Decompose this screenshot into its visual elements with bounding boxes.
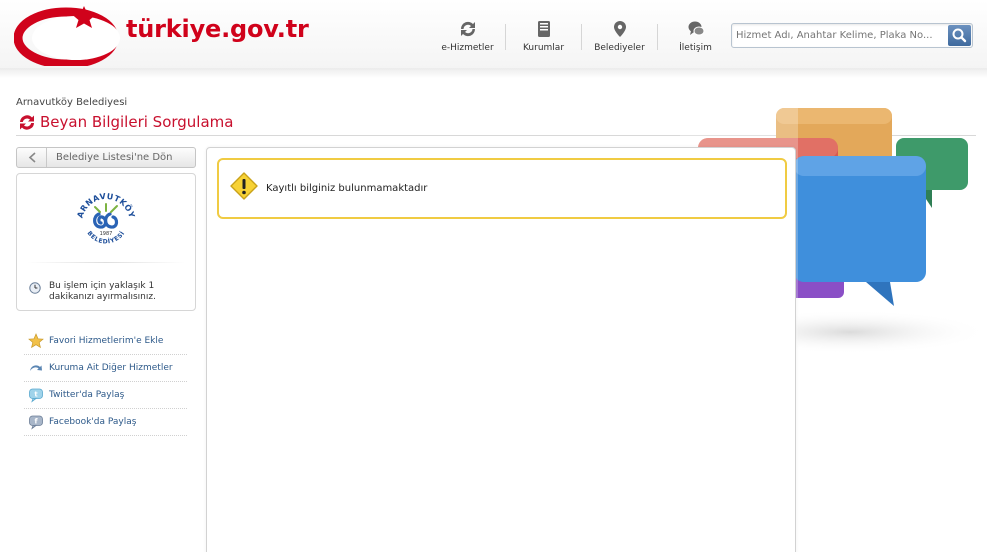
add-to-favorites-link[interactable]: Favori Hizmetlerim'e Ekle xyxy=(24,328,187,355)
municipality-name: Arnavutköy Belediyesi xyxy=(16,97,128,108)
refresh-arrows-icon xyxy=(20,115,34,130)
twitter-bubble-icon: t xyxy=(29,388,43,403)
link-label: Kuruma Ait Diğer Hizmetler xyxy=(49,363,173,373)
svg-text:1987: 1987 xyxy=(100,231,113,237)
arnavutkoy-municipality-logo: ARNAVUTKÖY BELEDİYESİ 1987 xyxy=(75,192,137,254)
chat-bubbles-icon xyxy=(688,21,704,36)
back-arrow-area xyxy=(17,148,47,167)
warning-alert: Kayıtlı bilginiz bulunmamaktadır xyxy=(217,158,787,219)
alert-message: Kayıtlı bilginiz bulunmamaktadır xyxy=(266,183,428,194)
header-shadow xyxy=(0,68,987,78)
page-title: Beyan Bilgileri Sorgulama xyxy=(40,113,234,131)
share-on-twitter-link[interactable]: t Twitter'da Paylaş xyxy=(24,382,187,409)
nav-item-belediyeler[interactable]: Belediyeler xyxy=(582,18,657,58)
star-icon xyxy=(28,333,44,349)
refresh-icon xyxy=(460,21,475,37)
site-logo[interactable]: türkiye.gov.tr xyxy=(14,0,314,66)
main-content-panel: Kayıtlı bilginiz bulunmamaktadır xyxy=(206,147,796,552)
nav-item-iletisim[interactable]: İletişim xyxy=(658,18,733,58)
warning-icon xyxy=(230,172,258,200)
back-to-municipality-list-button[interactable]: Belediye Listesi'ne Dön xyxy=(16,147,196,168)
estimated-duration-text: Bu işlem için yaklaşık 1 dakikanızı ayır… xyxy=(49,281,156,302)
search-input[interactable] xyxy=(736,27,944,44)
search-box xyxy=(731,23,973,48)
map-pin-icon xyxy=(613,21,626,37)
top-nav: e-Hizmetler Kurumlar Belediyeler İletişi… xyxy=(430,18,733,58)
other-institution-services-link[interactable]: Kuruma Ait Diğer Hizmetler xyxy=(24,355,187,382)
link-label: Favori Hizmetlerim'e Ekle xyxy=(49,336,164,346)
nav-label: İletişim xyxy=(679,43,712,53)
search-button[interactable] xyxy=(948,25,971,46)
facebook-bubble-icon: f xyxy=(29,415,43,430)
nav-label: Kurumlar xyxy=(522,43,565,53)
link-label: Facebook'da Paylaş xyxy=(49,417,137,427)
search-icon xyxy=(952,28,967,43)
card-divider xyxy=(27,262,185,263)
share-on-facebook-link[interactable]: f Facebook'da Paylaş xyxy=(24,409,187,436)
link-label: Twitter'da Paylaş xyxy=(49,390,125,400)
municipality-card: ARNAVUTKÖY BELEDİYESİ 1987 Bu işlem için… xyxy=(16,173,196,311)
nav-item-e-hizmetler[interactable]: e-Hizmetler xyxy=(430,18,505,58)
nav-label: Belediyeler xyxy=(594,43,645,53)
chevron-left-icon xyxy=(28,152,36,163)
nav-item-kurumlar[interactable]: Kurumlar xyxy=(506,18,581,58)
sidebar-links: Favori Hizmetlerim'e Ekle Kuruma Ait Diğ… xyxy=(24,328,187,436)
back-button-label: Belediye Listesi'ne Dön xyxy=(56,152,173,163)
curved-arrow-icon xyxy=(30,365,42,371)
crescent-star-logo-icon xyxy=(14,6,120,66)
book-icon xyxy=(537,21,550,37)
logo-text: türkiye.gov.tr xyxy=(126,15,309,43)
clock-icon xyxy=(29,282,41,294)
nav-label: e-Hizmetler xyxy=(441,43,494,53)
